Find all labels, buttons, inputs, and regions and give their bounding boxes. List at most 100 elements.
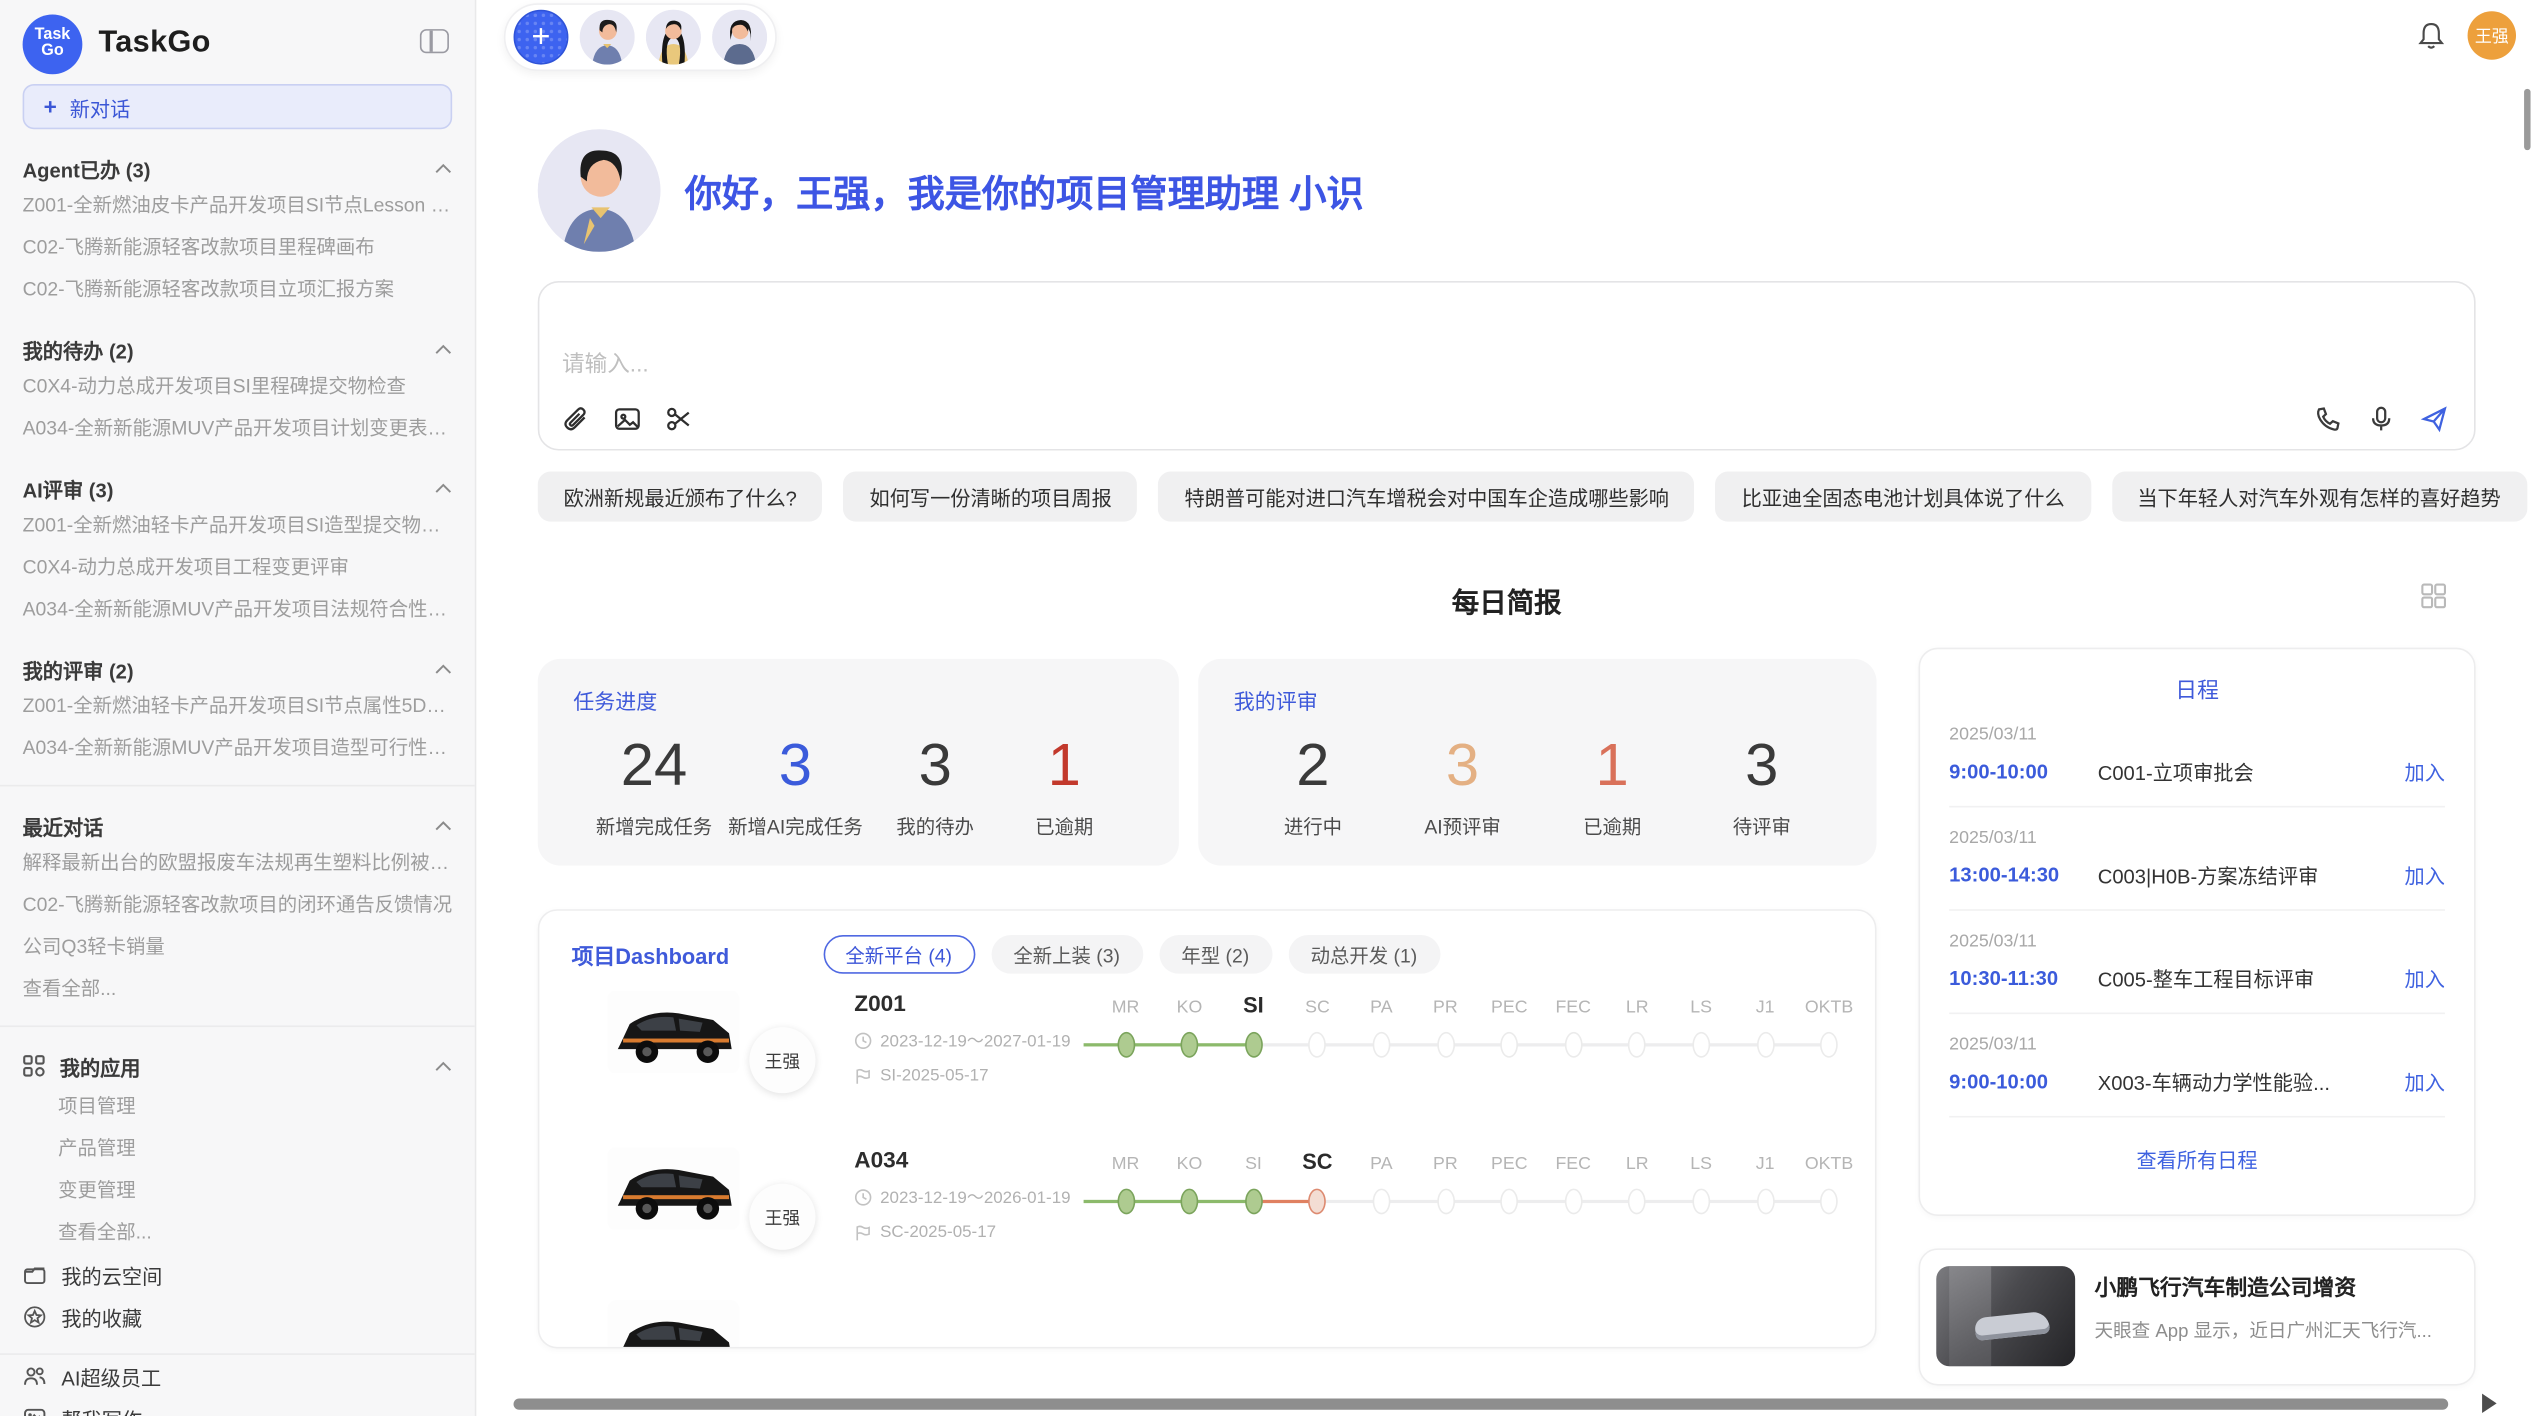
milestone-node[interactable] xyxy=(1564,1189,1582,1215)
sidebar-item[interactable]: 查看全部... xyxy=(23,967,453,1009)
dashboard-tab[interactable]: 年型 (2) xyxy=(1159,935,1272,974)
chevron-up-icon[interactable] xyxy=(434,482,452,493)
dashboard-tab[interactable]: 全新平台 (4) xyxy=(823,935,975,974)
stat-card-title[interactable]: 任务进度 xyxy=(573,685,1143,716)
chevron-up-icon[interactable] xyxy=(434,820,452,831)
sidebar-item-my-apps[interactable]: 我的应用 xyxy=(23,1046,453,1085)
news-card[interactable]: 小鹏飞行汽车制造公司增资 天眼查 App 显示，近日广州汇天飞行汽... xyxy=(1919,1248,2476,1385)
milestone-node[interactable] xyxy=(1628,1189,1646,1215)
sidebar-app-item[interactable]: 产品管理 xyxy=(23,1127,453,1169)
send-icon[interactable] xyxy=(2421,405,2448,432)
chevron-up-icon[interactable] xyxy=(434,663,452,674)
sidebar-tool[interactable]: AI超级员工 xyxy=(23,1355,453,1397)
sidebar-tool[interactable]: 帮我写作 xyxy=(23,1397,453,1416)
dashboard-tabs: 全新平台 (4) 全新上装 (3) 年型 (2) 动总开发 (1) xyxy=(823,935,1440,974)
milestone-node[interactable] xyxy=(1500,1032,1518,1058)
milestone-node[interactable] xyxy=(1820,1032,1838,1058)
suggestion-chip[interactable]: 如何写一份清晰的项目周报 xyxy=(844,472,1138,522)
agent-avatar[interactable] xyxy=(712,10,767,65)
user-avatar[interactable]: 王强 xyxy=(2468,11,2516,59)
suggestion-chip[interactable]: 当下年轻人对汽车外观有怎样的喜好趋势 xyxy=(2111,472,2526,522)
milestone-node[interactable] xyxy=(1692,1189,1710,1215)
stat-card-title[interactable]: 我的评审 xyxy=(1234,685,1841,716)
event-join-link[interactable]: 加入 xyxy=(2405,962,2445,993)
sidebar-item[interactable]: Z001-全新燃油轻卡产品开发项目SI节点属性5D文件评审 xyxy=(23,685,453,727)
sidebar-section-header[interactable]: 最近对话 xyxy=(23,809,453,841)
project-row[interactable]: 王强Z0012023-12-19～2027-01-19SI-2025-05-17… xyxy=(572,974,1843,1131)
milestone-node[interactable] xyxy=(1245,1032,1263,1058)
vertical-scrollbar[interactable] xyxy=(2524,89,2530,150)
image-icon[interactable] xyxy=(614,405,641,432)
paperclip-icon[interactable] xyxy=(562,405,589,432)
sidebar-app-item[interactable]: 变更管理 xyxy=(23,1169,453,1211)
agent-avatar[interactable] xyxy=(646,10,701,65)
add-agent-button[interactable]: + xyxy=(514,10,569,65)
chevron-up-icon[interactable] xyxy=(434,1060,452,1071)
chat-input[interactable] xyxy=(562,347,1916,395)
dashboard-title: 项目Dashboard xyxy=(572,938,729,970)
sidebar-item[interactable]: A034-全新新能源MUV产品开发项目造型可行性评审 xyxy=(23,727,453,769)
milestone-node[interactable] xyxy=(1245,1189,1263,1215)
milestone-node[interactable] xyxy=(1436,1189,1454,1215)
new-chat-button[interactable]: + 新对话 xyxy=(23,84,453,129)
sidebar-item[interactable]: A034-全新新能源MUV产品开发项目计划变更表编写 xyxy=(23,407,453,449)
microphone-icon[interactable] xyxy=(2367,405,2394,432)
scroll-right-arrow[interactable] xyxy=(2482,1394,2497,1413)
sidebar-section-header[interactable]: AI评审 (3) xyxy=(23,472,453,504)
view-all-schedule-link[interactable]: 查看所有日程 xyxy=(1949,1143,2445,1174)
sidebar-section-header[interactable]: Agent已办 (3) xyxy=(23,152,453,184)
milestone-node[interactable] xyxy=(1309,1032,1327,1058)
milestone-node[interactable] xyxy=(1436,1032,1454,1058)
agent-avatar[interactable] xyxy=(580,10,635,65)
layout-grid-icon[interactable] xyxy=(2421,583,2447,609)
suggestion-chip[interactable]: 比亚迪全固态电池计划具体说了什么 xyxy=(1716,472,2091,522)
phone-icon[interactable] xyxy=(2314,405,2341,432)
sidebar-item[interactable]: C0X4-动力总成开发项目工程变更评审 xyxy=(23,546,453,588)
sidebar-shortcut[interactable]: 我的收藏 xyxy=(23,1295,453,1337)
milestone-node[interactable] xyxy=(1756,1032,1774,1058)
sidebar-item[interactable]: C0X4-动力总成开发项目SI里程碑提交物检查 xyxy=(23,365,453,407)
project-row[interactable]: 王强A0342023-12-19～2026-01-19SC-2025-05-17… xyxy=(572,1130,1843,1287)
scissors-icon[interactable] xyxy=(665,405,692,432)
milestone-node[interactable] xyxy=(1117,1032,1135,1058)
sidebar-divider xyxy=(0,1025,475,1027)
milestone-node[interactable] xyxy=(1181,1032,1199,1058)
sidebar-item[interactable]: 公司Q3轻卡销量 xyxy=(23,925,453,967)
dashboard-tab[interactable]: 全新上装 (3) xyxy=(991,935,1143,974)
milestone-node[interactable] xyxy=(1372,1189,1390,1215)
sidebar-item[interactable]: C02-飞腾新能源轻客改款项目的闭环通告反馈情况 xyxy=(23,883,453,925)
milestone-node[interactable] xyxy=(1628,1032,1646,1058)
event-join-link[interactable]: 加入 xyxy=(2405,859,2445,890)
sidebar-collapse-icon[interactable] xyxy=(420,29,449,53)
sidebar-section-header[interactable]: 我的评审 (2) xyxy=(23,652,453,684)
milestone-node[interactable] xyxy=(1820,1189,1838,1215)
sidebar-item[interactable]: C02-飞腾新能源轻客改款项目立项汇报方案 xyxy=(23,268,453,310)
sidebar-item[interactable]: C02-飞腾新能源轻客改款项目里程碑画布 xyxy=(23,226,453,268)
notification-bell-icon[interactable] xyxy=(2418,21,2445,50)
milestone-node[interactable] xyxy=(1372,1032,1390,1058)
milestone-node[interactable] xyxy=(1309,1189,1327,1215)
milestone-node[interactable] xyxy=(1500,1189,1518,1215)
suggestion-chip[interactable]: 欧洲新规最近颁布了什么? xyxy=(538,472,823,522)
sidebar-item[interactable]: Z001-全新燃油轻卡产品开发项目SI造型提交物评审 xyxy=(23,504,453,546)
event-join-link[interactable]: 加入 xyxy=(2405,756,2445,787)
suggestion-chip[interactable]: 特朗普可能对进口汽车增税会对中国车企造成哪些影响 xyxy=(1159,472,1695,522)
milestone-node[interactable] xyxy=(1181,1189,1199,1215)
milestone-node[interactable] xyxy=(1117,1189,1135,1215)
sidebar-app-item[interactable]: 项目管理 xyxy=(23,1085,453,1127)
dashboard-tab[interactable]: 动总开发 (1) xyxy=(1288,935,1440,974)
sidebar-item[interactable]: 解释最新出台的欧盟报废车法规再生塑料比例被调至15%... xyxy=(23,841,453,883)
sidebar-item[interactable]: A034-全新新能源MUV产品开发项目法规符合性评审 xyxy=(23,588,453,630)
event-join-link[interactable]: 加入 xyxy=(2405,1066,2445,1097)
sidebar-shortcut[interactable]: 我的云空间 xyxy=(23,1253,453,1295)
chevron-up-icon[interactable] xyxy=(434,343,452,354)
sidebar-app-item[interactable]: 查看全部... xyxy=(23,1211,453,1253)
sidebar-section-header[interactable]: 我的待办 (2) xyxy=(23,333,453,365)
sidebar-item[interactable]: Z001-全新燃油皮卡产品开发项目SI节点Lesson Learn报告 xyxy=(23,184,453,226)
milestone-node[interactable] xyxy=(1692,1032,1710,1058)
horizontal-scrollbar[interactable] xyxy=(514,1399,2449,1410)
milestone-node[interactable] xyxy=(1756,1189,1774,1215)
milestone-node[interactable] xyxy=(1564,1032,1582,1058)
chevron-up-icon[interactable] xyxy=(434,162,452,173)
event-time: 9:00-10:00 xyxy=(1949,760,2098,783)
